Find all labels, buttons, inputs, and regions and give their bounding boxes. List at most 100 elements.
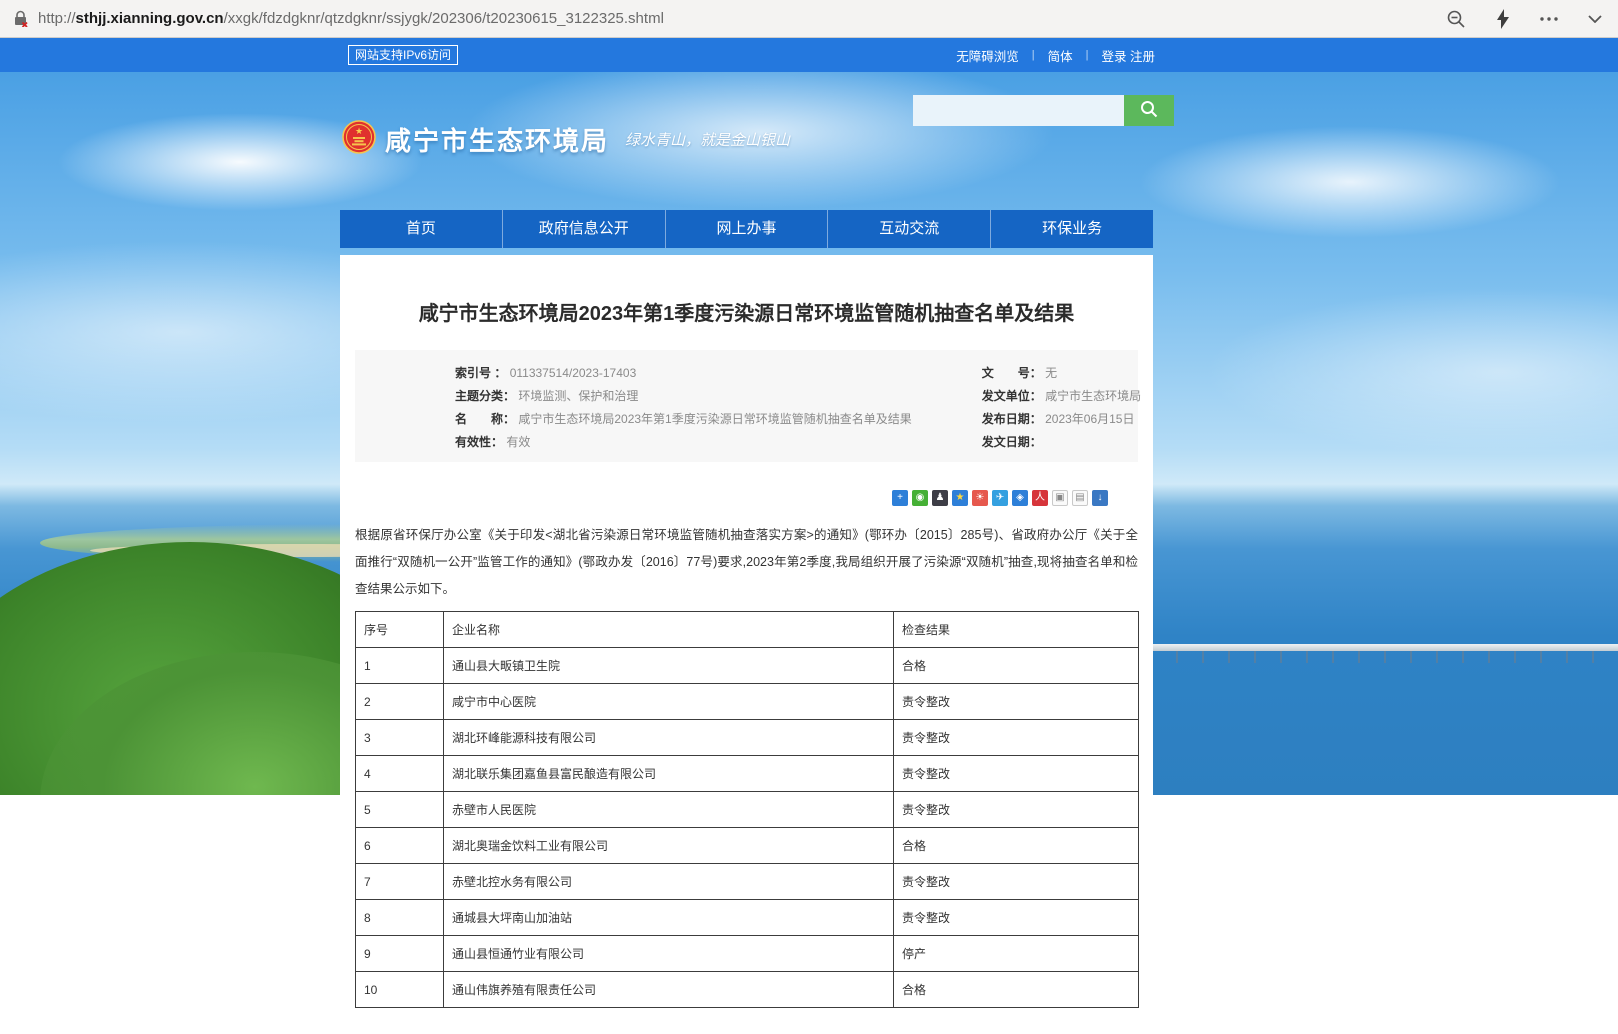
table-row: 5赤壁市人民医院责令整改 [356,792,1139,828]
meta-row-left: 索引号 ： 011337514/2023-17403 [355,361,912,384]
table-cell: 5 [356,792,444,828]
table-cell: 合格 [894,972,1139,1008]
table-cell: 2 [356,684,444,720]
qzone-icon[interactable]: ★ [952,490,968,506]
table-cell: 通城县大坪南山加油站 [444,900,894,936]
table-cell: 责令整改 [894,864,1139,900]
sina-weibo-icon[interactable]: ☀ [972,490,988,506]
table-row: 9通山县恒通竹业有限公司停产 [356,936,1139,972]
nav-item-gov-info[interactable]: 政府信息公开 [503,210,666,248]
table-cell: 合格 [894,828,1139,864]
share-more-icon[interactable]: + [892,490,908,506]
link-separator: | [1086,49,1089,61]
address-bar[interactable]: http://sthjj.xianning.gov.cn/xxgk/fdzdgk… [38,10,664,27]
ipv6-badge: 网站支持IPv6访问 [348,45,458,65]
accessibility-link[interactable]: 无障碍浏览 [956,46,1019,65]
table-row: 1通山县大畈镇卫生院合格 [356,648,1139,684]
table-cell: 4 [356,756,444,792]
renren-icon[interactable]: 人 [1032,490,1048,506]
zoom-out-icon[interactable] [1446,9,1466,29]
table-cell: 合格 [894,648,1139,684]
login-register-link[interactable]: 登录 注册 [1102,46,1155,65]
main-nav: 首页 政府信息公开 网上办事 互动交流 环保业务 [340,210,1153,248]
meta-label: 索引号 ： [455,366,506,380]
main-column: ★ 咸宁市生态环境局 绿水青山，就是金山银山 首页 政府信息公开 [340,72,1153,1034]
nav-item-env-business[interactable]: 环保业务 [991,210,1153,248]
table-cell: 赤壁市人民医院 [444,792,894,828]
table-cell: 责令整改 [894,684,1139,720]
tencent-weibo-icon[interactable]: ✈ [992,490,1008,506]
table-cell: 咸宁市中心医院 [444,684,894,720]
table-cell: 9 [356,936,444,972]
table-cell: 1 [356,648,444,684]
table-header-cell: 检查结果 [894,612,1139,648]
flash-icon[interactable] [1496,9,1510,29]
meta-label: 发文日期： [982,435,1042,449]
table-cell: 6 [356,828,444,864]
meta-row-right: 文 号： 无 [912,361,1141,384]
nav-item-home[interactable]: 首页 [340,210,503,248]
meta-value: 无 [1045,366,1057,380]
more-menu-icon[interactable] [1540,17,1558,21]
table-cell: 责令整改 [894,900,1139,936]
table-cell: 8 [356,900,444,936]
wechat-icon[interactable]: ◉ [912,490,928,506]
bridge-decoration [1150,644,1618,651]
page-title: 咸宁市生态环境局2023年第1季度污染源日常环境监管随机抽查名单及结果 [340,255,1153,326]
search-input[interactable] [913,95,1124,126]
meta-label: 发文单位： [982,389,1042,403]
table-cell: 3 [356,720,444,756]
table-cell: 责令整改 [894,792,1139,828]
meta-value: 环境监测、保护和治理 [518,389,638,403]
insecure-lock-icon [13,10,28,27]
print-icon[interactable]: ▤ [1072,490,1088,506]
search-button[interactable] [1124,95,1174,126]
meta-row-left: 有效性： 有效 [355,430,912,453]
top-links: 无障碍浏览 | 简体 | 登录 注册 [956,38,1155,72]
table-cell: 湖北奥瑞金饮料工业有限公司 [444,828,894,864]
table-row: 8通城县大坪南山加油站责令整改 [356,900,1139,936]
meta-row-left: 名 称： 咸宁市生态环境局2023年第1季度污染源日常环境监管随机抽查名单及结果 [355,407,912,430]
search-icon [1140,100,1158,121]
meta-value: 2023年06月15日 [1045,412,1134,426]
meta-label: 文 号： [982,366,1042,380]
table-row: 2咸宁市中心医院责令整改 [356,684,1139,720]
qq-icon[interactable]: ♟ [932,490,948,506]
copy-icon[interactable]: ▣ [1052,490,1068,506]
meta-value: 咸宁市生态环境局 [1045,389,1141,403]
table-cell: 责令整改 [894,756,1139,792]
share-app-icon[interactable]: ◈ [1012,490,1028,506]
nav-item-online-services[interactable]: 网上办事 [666,210,829,248]
meta-label: 有效性： [455,435,503,449]
meta-label: 主题分类： [455,389,515,403]
table-cell: 通山县恒通竹业有限公司 [444,936,894,972]
table-header-cell: 企业名称 [444,612,894,648]
simplified-chinese-link[interactable]: 简体 [1048,46,1073,65]
inspection-results-table: 序号企业名称检查结果 1通山县大畈镇卫生院合格2咸宁市中心医院责令整改3湖北环峰… [355,611,1139,1008]
table-cell: 湖北环峰能源科技有限公司 [444,720,894,756]
table-cell: 7 [356,864,444,900]
table-cell: 通山伟旗养殖有限责任公司 [444,972,894,1008]
nav-card-gap [340,248,1153,255]
site-header: ★ 咸宁市生态环境局 绿水青山，就是金山银山 [340,72,1153,210]
table-row: 3湖北环峰能源科技有限公司责令整改 [356,720,1139,756]
url-path: /xxgk/fdzdgknr/qtzdgknr/ssjygk/202306/t2… [224,10,664,27]
document-meta-panel: 索引号 ： 011337514/2023-17403文 号： 无主题分类： 环境… [355,350,1138,462]
chevron-down-icon[interactable] [1588,15,1602,23]
table-cell: 通山县大畈镇卫生院 [444,648,894,684]
article-card: 咸宁市生态环境局2023年第1季度污染源日常环境监管随机抽查名单及结果 索引号 … [340,255,1153,1034]
table-cell: 10 [356,972,444,1008]
search-box [913,95,1174,126]
meta-value: 咸宁市生态环境局2023年第1季度污染源日常环境监管随机抽查名单及结果 [518,412,911,426]
url-host: sthjj.xianning.gov.cn [76,10,224,27]
site-logo[interactable]: ★ 咸宁市生态环境局 绿水青山，就是金山银山 [342,120,790,159]
share-toolbar: +◉♟★☀✈◈人▣▤↓ [340,462,1153,506]
site-top-bar: 网站支持IPv6访问 无障碍浏览 | 简体 | 登录 注册 [0,38,1618,72]
browser-actions [1446,9,1602,29]
table-row: 4湖北联乐集团嘉鱼县富民酿造有限公司责令整改 [356,756,1139,792]
site-slogan: 绿水青山，就是金山银山 [625,129,790,150]
nav-item-interaction[interactable]: 互动交流 [828,210,991,248]
meta-label: 名 称： [455,412,515,426]
table-header-cell: 序号 [356,612,444,648]
download-icon[interactable]: ↓ [1092,490,1108,506]
